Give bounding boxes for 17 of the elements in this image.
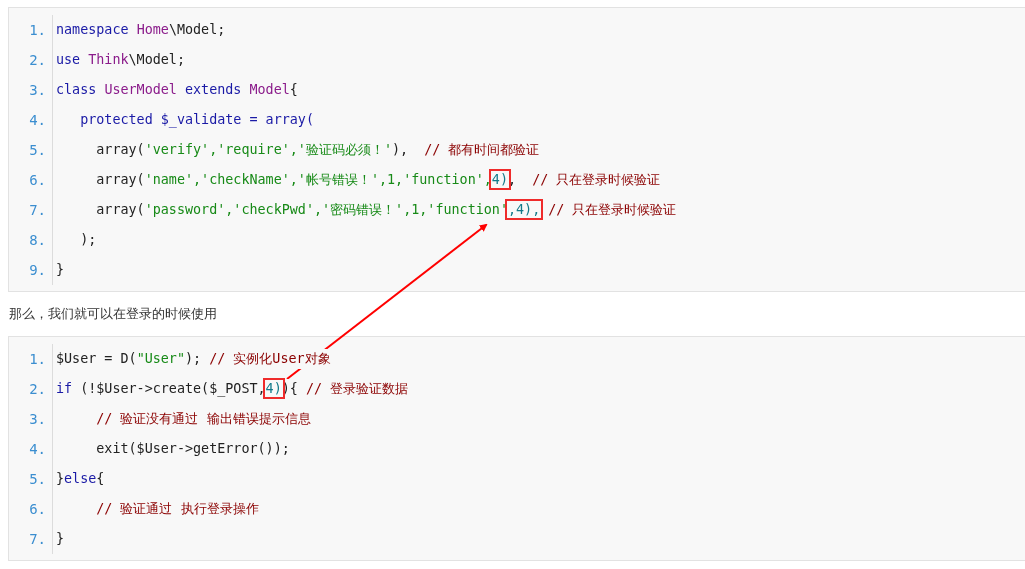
line-number: 3. [28,410,47,429]
line-number: 2. [28,51,47,70]
line-number: 5. [28,141,47,160]
line-number: 7. [28,530,47,549]
line-number: 5. [28,470,47,489]
line-number: 7. [28,201,47,220]
line-number: 1. [28,21,47,40]
line-number: 3. [28,81,47,100]
line-number: 6. [28,171,47,190]
line-number: 4. [28,111,47,130]
line-number: 9. [28,261,47,280]
line-number: 4. [28,440,47,459]
line-number: 2. [28,380,47,399]
line-number: 1. [28,350,47,369]
paragraph: 那么，我们就可以在登录的时候使用 [9,305,218,323]
line-number: 8. [28,231,47,250]
line-number: 6. [28,500,47,519]
